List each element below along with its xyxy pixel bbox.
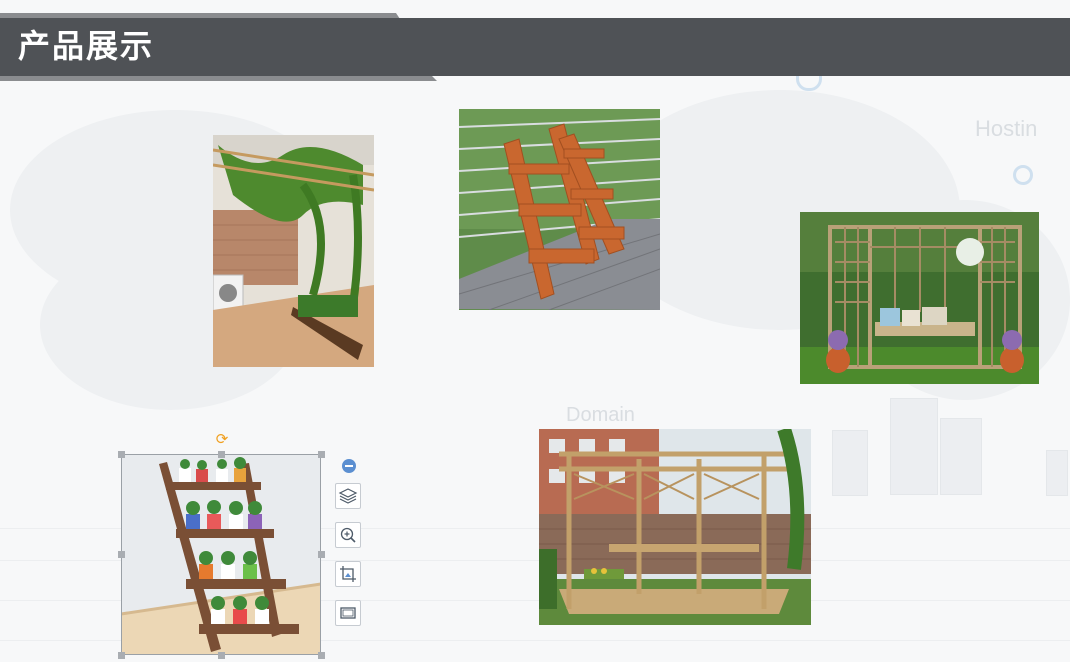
photo-garden-arbor-bench[interactable] [800,212,1039,384]
crop-button[interactable] [335,561,361,587]
crop-icon [340,566,356,582]
layout-options-button[interactable] [335,483,361,509]
zoom-button[interactable] [335,522,361,548]
location-pin-icon [1013,165,1033,185]
selection-frame [121,454,321,655]
header-bar [0,18,1070,76]
page-title[interactable]: 产品展示 [18,24,154,68]
rotate-handle-icon[interactable]: ⟳ [214,431,230,447]
resize-handle-top[interactable] [218,451,225,458]
photo-garden-pavilion[interactable] [539,429,811,625]
photo-pergola-balcony[interactable] [213,135,374,367]
image-icon [213,135,374,367]
image-icon [539,429,811,625]
watermark-hosting: Hostin [975,116,1038,141]
resize-handle-top-left[interactable] [118,451,125,458]
zoom-in-icon [340,527,356,543]
resize-handle-right[interactable] [318,551,325,558]
frame-icon [340,607,356,619]
image-icon [800,212,1039,384]
resize-handle-bottom-left[interactable] [118,652,125,659]
resize-handle-bottom-right[interactable] [318,652,325,659]
image-icon [459,109,660,310]
watermark-domain: Domain [566,404,635,426]
layers-icon [338,488,358,504]
photo-folding-plant-stand[interactable] [459,109,660,310]
resize-handle-top-right[interactable] [318,451,325,458]
resize-handle-left[interactable] [118,551,125,558]
collapse-tools-icon[interactable] [342,459,356,473]
location-pin-icon [796,76,822,91]
frame-button[interactable] [335,600,361,626]
resize-handle-bottom[interactable] [218,652,225,659]
header-accent-bottom [0,76,437,81]
